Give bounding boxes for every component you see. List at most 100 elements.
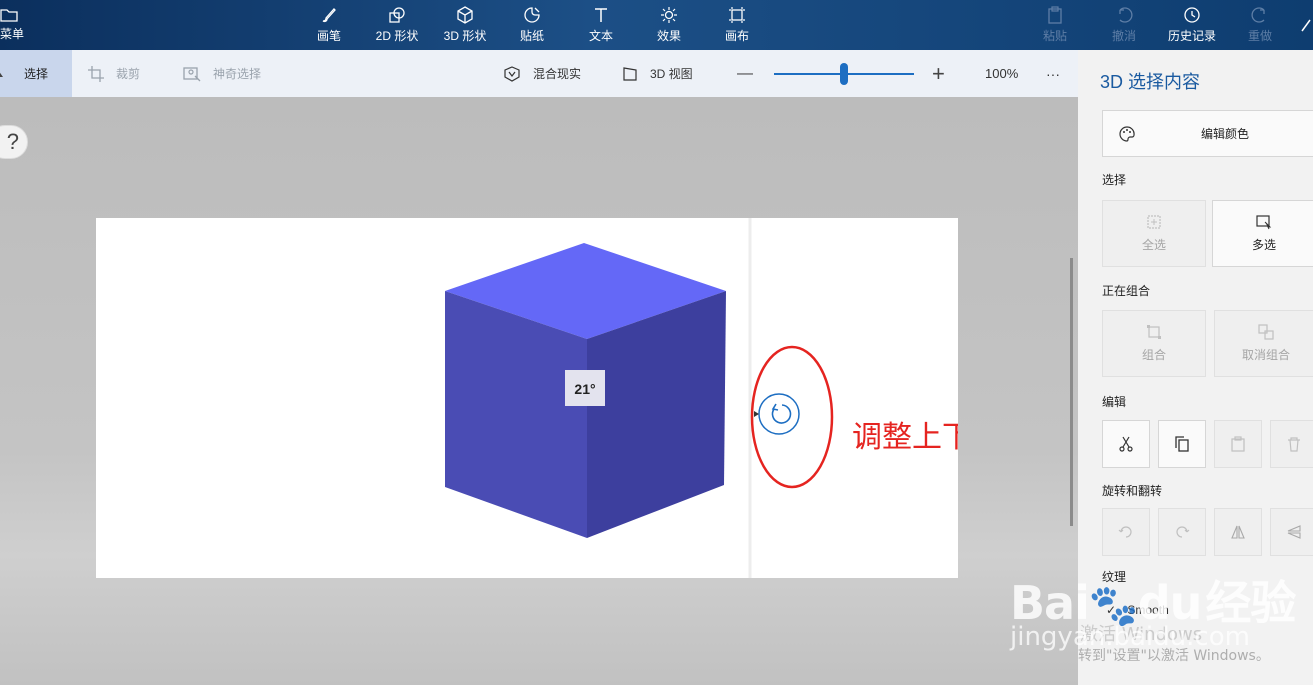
tool-2d-shapes[interactable]: 2D 形状 <box>370 0 424 50</box>
zoom-slider-thumb[interactable] <box>840 63 848 85</box>
tool-sticker[interactable]: 贴纸 <box>510 0 554 50</box>
2d-shapes-icon <box>389 7 405 23</box>
multi-select-icon <box>1256 215 1272 230</box>
tool-text[interactable]: 文本 <box>580 0 622 50</box>
text-icon <box>595 8 607 22</box>
history-button[interactable]: 历史记录 <box>1162 0 1222 50</box>
cut-button[interactable] <box>1102 420 1150 468</box>
select-all-button[interactable]: 全选 <box>1102 200 1206 267</box>
canvas-scrollbar[interactable] <box>1070 258 1073 526</box>
rotate-left-icon <box>1118 526 1132 538</box>
undo-label: 撤消 <box>1111 29 1136 43</box>
flip-horizontal-icon <box>1231 525 1245 539</box>
brush-icon <box>322 8 336 23</box>
delete-button[interactable] <box>1270 420 1313 468</box>
canvas-drawing: 21° 调整上下角度 <box>445 218 958 578</box>
mixed-reality-icon <box>504 65 520 82</box>
tool-effects[interactable]: 效果 <box>648 0 690 50</box>
tool-brush-label: 画笔 <box>316 29 341 43</box>
tool-canvas[interactable]: 画布 <box>716 0 758 50</box>
rotate-right-icon <box>1176 526 1190 538</box>
section-rotate: 旋转和翻转 <box>1102 484 1163 498</box>
group-icon <box>1147 325 1161 339</box>
mixed-reality-button[interactable]: 混合现实 <box>503 50 581 97</box>
handle-pointer <box>754 411 759 417</box>
zoom-level-label: 100% <box>985 66 1019 81</box>
tool-brush[interactable]: 画笔 <box>305 0 353 50</box>
rotate-right-button[interactable] <box>1158 508 1206 556</box>
redo-label: 重做 <box>1247 29 1272 43</box>
more-button[interactable]: ··· <box>1046 50 1060 97</box>
flip-vertical-button[interactable] <box>1270 508 1313 556</box>
multi-select-button[interactable]: 多选 <box>1212 200 1313 267</box>
select-all-label: 全选 <box>1141 238 1166 252</box>
help-label: ? <box>6 129 19 154</box>
flip-vertical-icon <box>1287 525 1301 539</box>
tool-sticker-label: 贴纸 <box>519 29 544 43</box>
tool-3d-shapes[interactable]: 3D 形状 <box>438 0 492 50</box>
mixed-reality-label: 混合现实 <box>533 67 582 81</box>
canvas[interactable]: 21° 调整上下角度 <box>96 218 958 578</box>
magic-select-label: 神奇选择 <box>213 67 262 81</box>
crop-label: 裁剪 <box>116 67 141 81</box>
redo-icon <box>1251 7 1265 23</box>
copy-button[interactable] <box>1158 420 1206 468</box>
ungroup-icon <box>1258 324 1274 340</box>
undo-button[interactable]: 撤消 <box>1104 0 1144 50</box>
tool-text-label: 文本 <box>588 29 613 43</box>
3d-shapes-icon <box>457 6 473 24</box>
rotate-handle <box>758 393 800 435</box>
zoom-level[interactable]: 100% <box>985 50 1018 97</box>
view-3d-label: 3D 视图 <box>650 67 693 81</box>
tool-canvas-label: 画布 <box>724 29 749 43</box>
group-label: 组合 <box>1141 348 1166 362</box>
zoom-in-button[interactable]: + <box>932 50 945 97</box>
paste-label: 粘贴 <box>1042 29 1067 43</box>
copy-icon <box>1175 436 1189 452</box>
annotation-text: 调整上下角度 <box>852 420 958 455</box>
view-3d-button[interactable]: 3D 视图 <box>622 50 693 97</box>
panel-paste-button[interactable] <box>1214 420 1262 468</box>
edit-color-label: 编辑颜色 <box>1201 127 1250 141</box>
history-label: 历史记录 <box>1167 29 1216 43</box>
group-button[interactable]: 组合 <box>1102 310 1206 377</box>
flip-horizontal-button[interactable] <box>1214 508 1262 556</box>
redo-button[interactable]: 重做 <box>1240 0 1280 50</box>
angle-tooltip: 21° <box>574 381 595 397</box>
section-select: 选择 <box>1102 173 1127 187</box>
ungroup-button[interactable]: 取消组合 <box>1214 310 1313 377</box>
tool-2d-label: 2D 形状 <box>375 29 419 43</box>
top-toolbar: 菜单 画笔 2D 形状 3D 形状 贴纸 文本 效果 画布 粘贴 撤消 历史记录 <box>0 0 1313 50</box>
history-icon <box>1184 7 1200 23</box>
menu-button[interactable]: 菜单 <box>0 0 30 50</box>
crop-icon <box>88 65 104 82</box>
section-group: 正在组合 <box>1102 284 1151 298</box>
select-icon <box>0 72 3 77</box>
paste-icon <box>1048 6 1062 24</box>
menu-label: 菜单 <box>0 27 25 41</box>
sub-toolbar: 选择 裁剪 神奇选择 混合现实 3D 视图 — + 100% ··· <box>0 50 1078 97</box>
select-label: 选择 <box>24 67 49 81</box>
magic-select-icon <box>183 66 201 81</box>
account-icon[interactable] <box>1300 18 1313 32</box>
paste-button[interactable]: 粘贴 <box>1035 0 1075 50</box>
sticker-icon <box>524 7 540 23</box>
effects-icon <box>661 7 677 23</box>
undo-icon <box>1119 7 1133 23</box>
canvas-icon <box>729 7 745 23</box>
trash-icon <box>1288 437 1300 452</box>
edit-color-button[interactable]: 编辑颜色 <box>1102 110 1313 157</box>
clipboard-icon <box>1231 436 1245 452</box>
crop-button[interactable]: 裁剪 <box>88 50 140 97</box>
palette-icon <box>1119 125 1135 142</box>
tool-effects-label: 效果 <box>656 29 681 43</box>
scissors-icon <box>1119 436 1133 452</box>
magic-select-button[interactable]: 神奇选择 <box>183 50 261 97</box>
folder-icon <box>0 9 18 22</box>
tool-3d-label: 3D 形状 <box>443 29 487 43</box>
zoom-out-button[interactable]: — <box>737 50 753 97</box>
select-all-icon <box>1147 215 1161 229</box>
select-button[interactable]: 选择 <box>0 50 72 97</box>
multi-select-label: 多选 <box>1251 238 1276 252</box>
rotate-left-button[interactable] <box>1102 508 1150 556</box>
